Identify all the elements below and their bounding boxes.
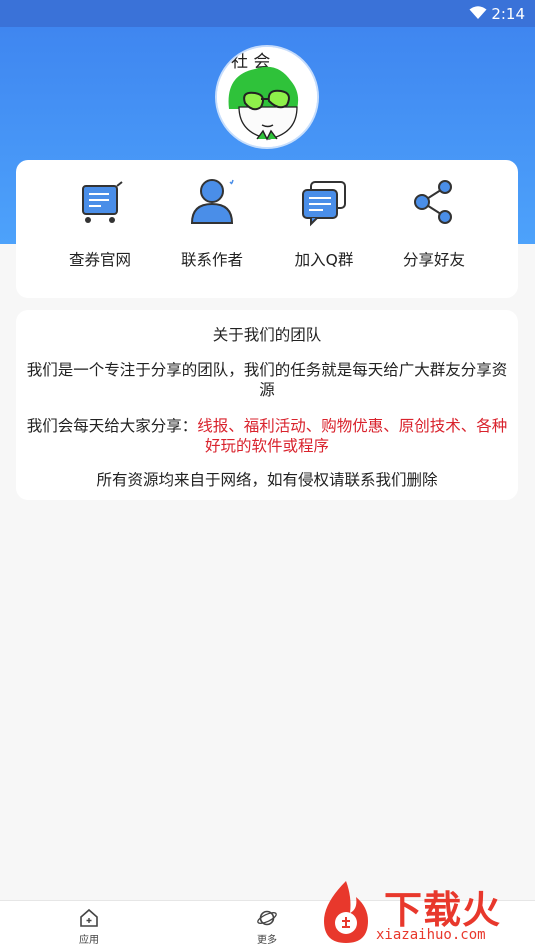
menu-item-join-qq-group[interactable]: 加入Q群 (269, 176, 379, 286)
chat-icon (302, 181, 346, 227)
cart-icon (82, 181, 123, 223)
user-icon (190, 179, 234, 224)
watermark-text: 下载火 (384, 888, 502, 932)
watermark: 下载火 xiazaihuo.com (314, 877, 529, 947)
nav-item-apps[interactable]: 应用 (59, 907, 119, 946)
nav-label: 更多 (257, 935, 277, 946)
planet-icon (257, 910, 277, 926)
quick-menu-card: 查券官网 联系作者 加入Q群 分享好友 (16, 160, 518, 298)
wifi-icon (469, 6, 487, 19)
content-highlight: 线报、福利活动、购物优惠、原创技术、各种好玩的软件或程序 (197, 417, 508, 455)
nav-item-more[interactable]: 更多 (237, 907, 297, 946)
menu-item-contact-author[interactable]: 联系作者 (157, 176, 267, 286)
about-title: 关于我们的团队 (212, 326, 322, 344)
nav-label: 应用 (79, 935, 99, 946)
status-time: 2:14 (491, 5, 525, 23)
watermark-url: xiazaihuo.com (376, 927, 486, 943)
menu-item-share-friends[interactable]: 分享好友 (379, 176, 489, 286)
cartoon-avatar-icon: 社 会 (217, 47, 317, 147)
content-prefix: 我们会每天给大家分享： (26, 417, 198, 435)
menu-label: 分享好友 (402, 251, 465, 269)
menu-item-coupon-site[interactable]: 查券官网 (45, 176, 155, 286)
about-card: 关于我们的团队 我们是一个专注于分享的团队，我们的任务就是每天给广大群友分享资源… (16, 310, 518, 500)
menu-label: 联系作者 (180, 251, 243, 269)
flame-logo-icon (324, 881, 368, 943)
about-paragraph-disclaimer: 所有资源均来自于网络，如有侵权请联系我们删除 (96, 471, 438, 489)
menu-label: 查券官网 (68, 251, 131, 269)
about-paragraph-mission: 我们是一个专注于分享的团队，我们的任务就是每天给广大群友分享资源 (26, 361, 508, 399)
avatar[interactable]: 社 会 (217, 47, 317, 147)
status-bar: 2:14 (0, 0, 535, 27)
home-icon (80, 908, 98, 927)
menu-label: 加入Q群 (294, 251, 354, 269)
about-paragraph-content: 我们会每天给大家分享：线报、福利活动、购物优惠、原创技术、各种好玩的软件或程序 (21, 416, 513, 456)
share-icon (414, 180, 452, 224)
